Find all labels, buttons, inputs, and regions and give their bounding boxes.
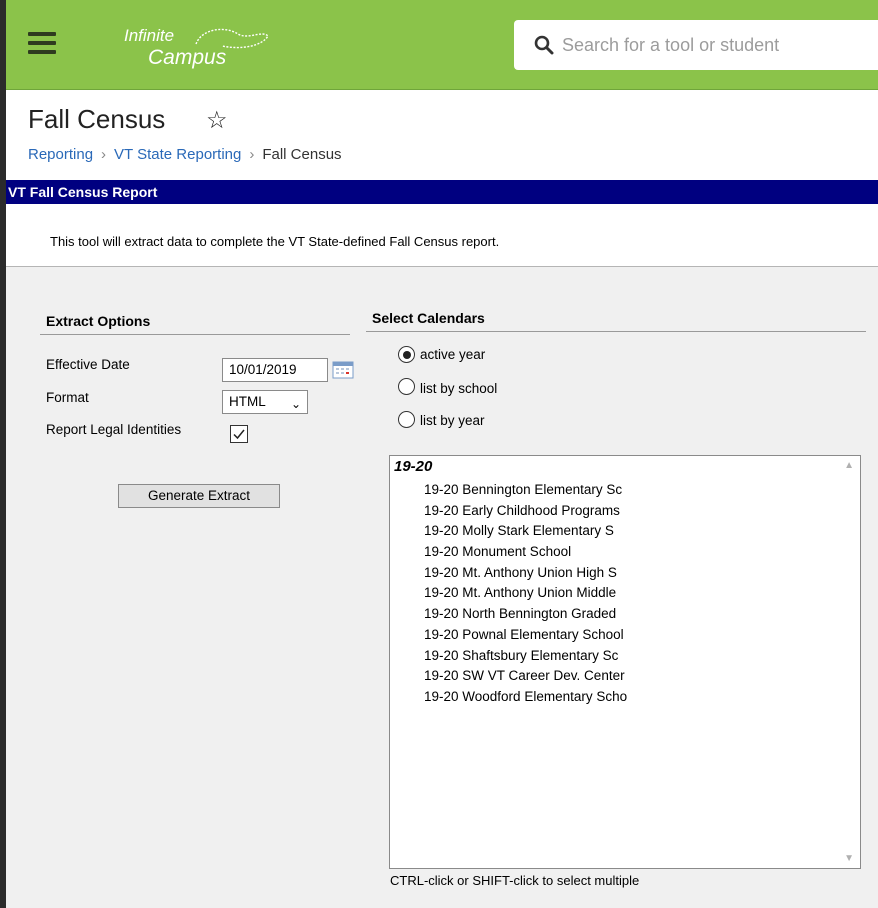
logo-swoosh-icon bbox=[195, 28, 269, 49]
calendar-list-item[interactable]: 19-20 SW VT Career Dev. Center bbox=[424, 666, 627, 687]
multi-select-hint: CTRL-click or SHIFT-click to select mult… bbox=[390, 873, 640, 888]
legal-identities-label: Report Legal Identities bbox=[46, 422, 182, 437]
calendar-icon[interactable] bbox=[331, 360, 355, 380]
legal-identities-checkbox[interactable] bbox=[230, 425, 248, 443]
calendar-list-item[interactable]: 19-20 Mt. Anthony Union Middle bbox=[424, 583, 627, 604]
search-box[interactable] bbox=[514, 20, 878, 70]
breadcrumb-vt-state-reporting[interactable]: VT State Reporting bbox=[114, 146, 241, 163]
search-icon bbox=[534, 35, 554, 55]
report-description: This tool will extract data to complete … bbox=[50, 234, 500, 249]
radio-active-year-label[interactable]: active year bbox=[420, 347, 485, 362]
calendar-list-item[interactable]: 19-20 North Bennington Graded bbox=[424, 604, 627, 625]
calendar-list-item[interactable]: 19-20 Molly Stark Elementary S bbox=[424, 521, 627, 542]
top-navigation-bar: Infinite Campus bbox=[6, 0, 878, 90]
select-calendars-divider bbox=[366, 331, 866, 332]
chevron-down-icon: ⌄ bbox=[290, 397, 301, 411]
radio-active-year[interactable] bbox=[398, 346, 415, 363]
infinite-campus-logo[interactable]: Infinite Campus bbox=[124, 22, 269, 74]
checkmark-icon bbox=[233, 429, 245, 440]
page-title: Fall Census bbox=[28, 104, 166, 134]
extract-options-header: Extract Options bbox=[46, 313, 151, 329]
calendar-list-item[interactable]: 19-20 Shaftsbury Elementary Sc bbox=[424, 646, 627, 667]
calendar-list-item[interactable]: 19-20 Early Childhood Programs bbox=[424, 501, 627, 522]
radio-list-by-school-label[interactable]: list by school bbox=[420, 381, 497, 396]
breadcrumb-reporting[interactable]: Reporting bbox=[28, 146, 93, 163]
breadcrumb: Reporting › VT State Reporting › Fall Census bbox=[28, 146, 342, 163]
logo-text-line1: Infinite bbox=[124, 26, 175, 45]
scroll-up-icon[interactable]: ▲ bbox=[844, 460, 854, 471]
generate-extract-button[interactable]: Generate Extract bbox=[118, 484, 280, 508]
format-label: Format bbox=[46, 390, 89, 405]
format-selected-value: HTML bbox=[229, 394, 266, 409]
scroll-down-icon[interactable]: ▼ bbox=[844, 853, 854, 864]
radio-list-by-year-label[interactable]: list by year bbox=[420, 413, 485, 428]
report-header-bar: VT Fall Census Report bbox=[6, 180, 878, 204]
select-calendars-header: Select Calendars bbox=[372, 310, 485, 326]
breadcrumb-chevron-icon: › bbox=[101, 146, 107, 163]
menu-icon[interactable] bbox=[28, 32, 56, 54]
calendar-list-item[interactable]: 19-20 Bennington Elementary Sc bbox=[424, 480, 627, 501]
calendar-list-item[interactable]: 19-20 Pownal Elementary School bbox=[424, 625, 627, 646]
calendar-group-label: 19-20 bbox=[394, 458, 433, 475]
format-select[interactable]: HTML ⌄ bbox=[222, 390, 308, 414]
calendar-list-item[interactable]: 19-20 Woodford Elementary Scho bbox=[424, 687, 627, 708]
search-input[interactable] bbox=[562, 34, 862, 56]
calendar-list: 19-20 Bennington Elementary Sc 19-20 Ear… bbox=[424, 480, 627, 708]
effective-date-label: Effective Date bbox=[46, 357, 130, 372]
radio-list-by-school[interactable] bbox=[398, 378, 415, 395]
calendar-list-item[interactable]: 19-20 Monument School bbox=[424, 542, 627, 563]
calendar-listbox[interactable]: 19-20 19-20 Bennington Elementary Sc 19-… bbox=[389, 455, 861, 869]
calendar-list-item[interactable]: 19-20 Mt. Anthony Union High S bbox=[424, 563, 627, 584]
favorite-star-icon[interactable]: ☆ bbox=[206, 106, 228, 135]
effective-date-field[interactable]: 10/01/2019 bbox=[222, 358, 328, 382]
breadcrumb-current: Fall Census bbox=[262, 146, 342, 163]
extract-options-divider bbox=[40, 334, 350, 335]
radio-list-by-year[interactable] bbox=[398, 411, 415, 428]
breadcrumb-chevron-icon: › bbox=[249, 146, 255, 163]
